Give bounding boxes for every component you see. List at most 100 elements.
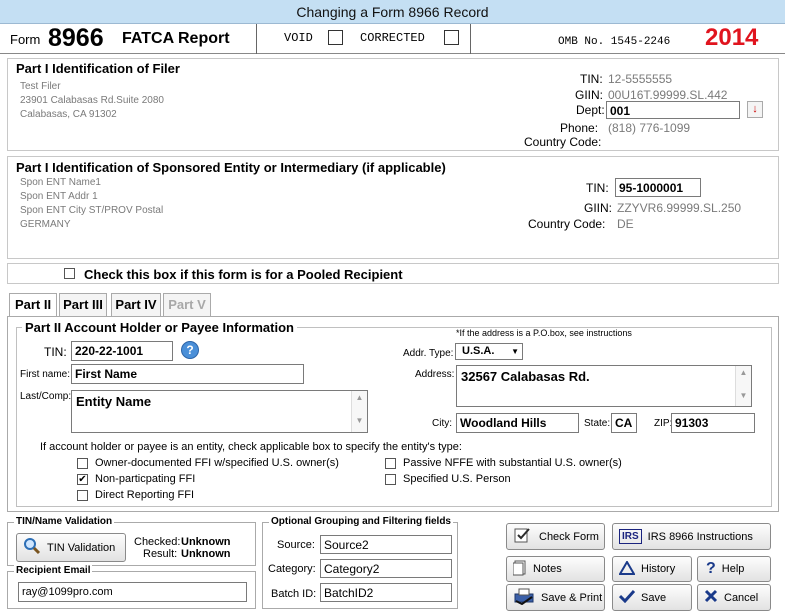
- owner-documented-label: Owner-documented FFI w/specified U.S. ow…: [95, 457, 339, 469]
- cancel-button[interactable]: Cancel: [697, 584, 771, 611]
- sponsor-heading: Part I Identification of Sponsored Entit…: [16, 160, 446, 175]
- payee-tin-field[interactable]: 220-22-1001: [71, 341, 173, 361]
- city-field[interactable]: Woodland Hills: [456, 413, 579, 433]
- history-button[interactable]: History: [612, 556, 692, 582]
- address-label: Address:: [415, 369, 455, 380]
- email-group: Recipient Email ray@1099pro.com: [7, 565, 256, 609]
- payee-tin-label: TIN:: [44, 345, 67, 359]
- last-comp-scrollbar[interactable]: ▲ ▼: [351, 391, 367, 432]
- filer-country-label: Country Code:: [524, 135, 602, 149]
- tab-part-v[interactable]: Part V: [163, 293, 211, 317]
- zip-field[interactable]: 91303: [671, 413, 755, 433]
- specified-us-person-label: Specified U.S. Person: [403, 473, 511, 485]
- tin-validation-label: TIN Validation: [47, 541, 116, 554]
- sponsor-name: Spon ENT Name1: [20, 177, 101, 188]
- last-comp-value: Entity Name: [76, 394, 152, 409]
- history-label: History: [641, 563, 676, 575]
- category-label: Category:: [268, 563, 316, 575]
- grouping-group: Optional Grouping and Filtering fields S…: [262, 516, 458, 609]
- help-question-icon[interactable]: ?: [181, 341, 199, 359]
- filer-phone-label: Phone:: [560, 121, 599, 135]
- sponsor-giin: ZZYVR6.99999.SL.250: [617, 201, 742, 215]
- window-title: Changing a Form 8966 Record: [0, 0, 785, 24]
- checked-value: Unknown: [181, 536, 231, 548]
- form-title: FATCA Report: [122, 30, 230, 47]
- address-scrollbar[interactable]: ▲ ▼: [735, 366, 751, 406]
- history-icon: [618, 559, 636, 578]
- source-label: Source:: [277, 539, 315, 551]
- sponsor-country-label: Country Code:: [528, 217, 606, 231]
- part2-heading: Part II Account Holder or Payee Informat…: [22, 320, 297, 335]
- save-button[interactable]: Save: [612, 584, 692, 611]
- sponsor-section: Part I Identification of Sponsored Entit…: [7, 156, 779, 259]
- passive-nffe-label: Passive NFFE with substantial U.S. owner…: [403, 457, 622, 469]
- checkmark-icon: [618, 589, 636, 606]
- save-print-button[interactable]: Save & Print: [506, 584, 605, 611]
- notes-icon: [512, 560, 527, 579]
- first-name-label: First name:: [20, 369, 71, 380]
- entity-note: If account holder or payee is an entity,…: [40, 441, 462, 453]
- cancel-label: Cancel: [724, 591, 759, 604]
- filer-phone: (818) 776-1099: [608, 121, 691, 135]
- notes-button[interactable]: Notes: [506, 556, 605, 582]
- tax-year: 2014: [705, 24, 759, 51]
- irs-icon: IRS: [619, 529, 642, 544]
- tab-part-ii[interactable]: Part II: [9, 293, 57, 318]
- email-field[interactable]: ray@1099pro.com: [18, 582, 247, 602]
- pooled-checkbox[interactable]: [64, 268, 75, 279]
- save-print-icon: [513, 587, 535, 608]
- tab-part-iv[interactable]: Part IV: [111, 293, 161, 317]
- email-title: Recipient Email: [14, 565, 93, 576]
- corrected-checkbox[interactable]: [444, 30, 459, 45]
- void-checkbox[interactable]: [328, 30, 343, 45]
- filer-dept-field[interactable]: 001: [606, 101, 740, 119]
- filer-heading: Part I Identification of Filer: [16, 61, 180, 76]
- batch-field[interactable]: BatchID2: [320, 583, 452, 602]
- sponsor-tin-field[interactable]: 95-1000001: [615, 178, 701, 197]
- form-word: Form: [10, 32, 41, 47]
- category-field[interactable]: Category2: [320, 559, 452, 578]
- magnifier-icon: [23, 537, 41, 558]
- tin-validation-button[interactable]: TIN Validation: [16, 533, 126, 562]
- filer-section: Part I Identification of Filer Test File…: [7, 58, 779, 151]
- sponsor-city: Spon ENT City ST/PROV Postal: [20, 205, 164, 216]
- address-field[interactable]: 32567 Calabasas Rd. ▲ ▼: [456, 365, 752, 407]
- pooled-label: Check this box if this form is for a Poo…: [84, 267, 403, 282]
- filer-tin-label: TIN:: [580, 72, 603, 86]
- irs-instructions-button[interactable]: IRS IRS 8966 Instructions: [612, 523, 771, 550]
- help-button[interactable]: ? Help: [697, 556, 771, 582]
- non-participating-label: Non-particpating FFI: [95, 473, 196, 485]
- irs-instructions-label: IRS 8966 Instructions: [647, 530, 753, 543]
- owner-documented-checkbox[interactable]: [77, 458, 88, 469]
- notes-label: Notes: [533, 563, 562, 575]
- check-form-button[interactable]: Check Form: [506, 523, 605, 550]
- dept-lookup-icon[interactable]: ↓: [747, 101, 763, 118]
- non-participating-checkbox[interactable]: ✔: [77, 474, 88, 485]
- specified-us-person-checkbox[interactable]: [385, 474, 396, 485]
- last-comp-field[interactable]: Entity Name ▲ ▼: [71, 390, 368, 433]
- direct-reporting-label: Direct Reporting FFI: [95, 489, 195, 501]
- filer-name: Test Filer: [20, 81, 61, 92]
- tab-part-iii[interactable]: Part III: [59, 293, 107, 317]
- save-print-label: Save & Print: [541, 591, 603, 604]
- source-field[interactable]: Source2: [320, 535, 452, 554]
- filer-address1: 23901 Calabasas Rd.Suite 2080: [20, 95, 164, 106]
- part2-panel: Part II Account Holder or Payee Informat…: [7, 316, 779, 512]
- direct-reporting-checkbox[interactable]: [77, 490, 88, 501]
- filer-tin: 12-5555555: [608, 72, 673, 86]
- addr-type-select[interactable]: U.S.A. ▼: [455, 343, 523, 360]
- passive-nffe-checkbox[interactable]: [385, 458, 396, 469]
- address-value: 32567 Calabasas Rd.: [461, 369, 590, 384]
- first-name-field[interactable]: First Name: [71, 364, 304, 384]
- void-label: VOID: [284, 31, 313, 45]
- form-number: 8966: [48, 24, 104, 52]
- check-form-icon: [513, 526, 533, 547]
- corrected-label: CORRECTED: [360, 31, 425, 45]
- tin-validation-title: TIN/Name Validation: [14, 516, 115, 527]
- city-label: City:: [432, 418, 452, 429]
- save-label: Save: [641, 591, 667, 604]
- state-field[interactable]: CA: [611, 413, 637, 433]
- po-note: *If the address is a P.O.box, see instru…: [456, 328, 632, 338]
- filer-giin: 00U16T.99999.SL.442: [608, 88, 728, 102]
- result-value: Unknown: [181, 548, 231, 560]
